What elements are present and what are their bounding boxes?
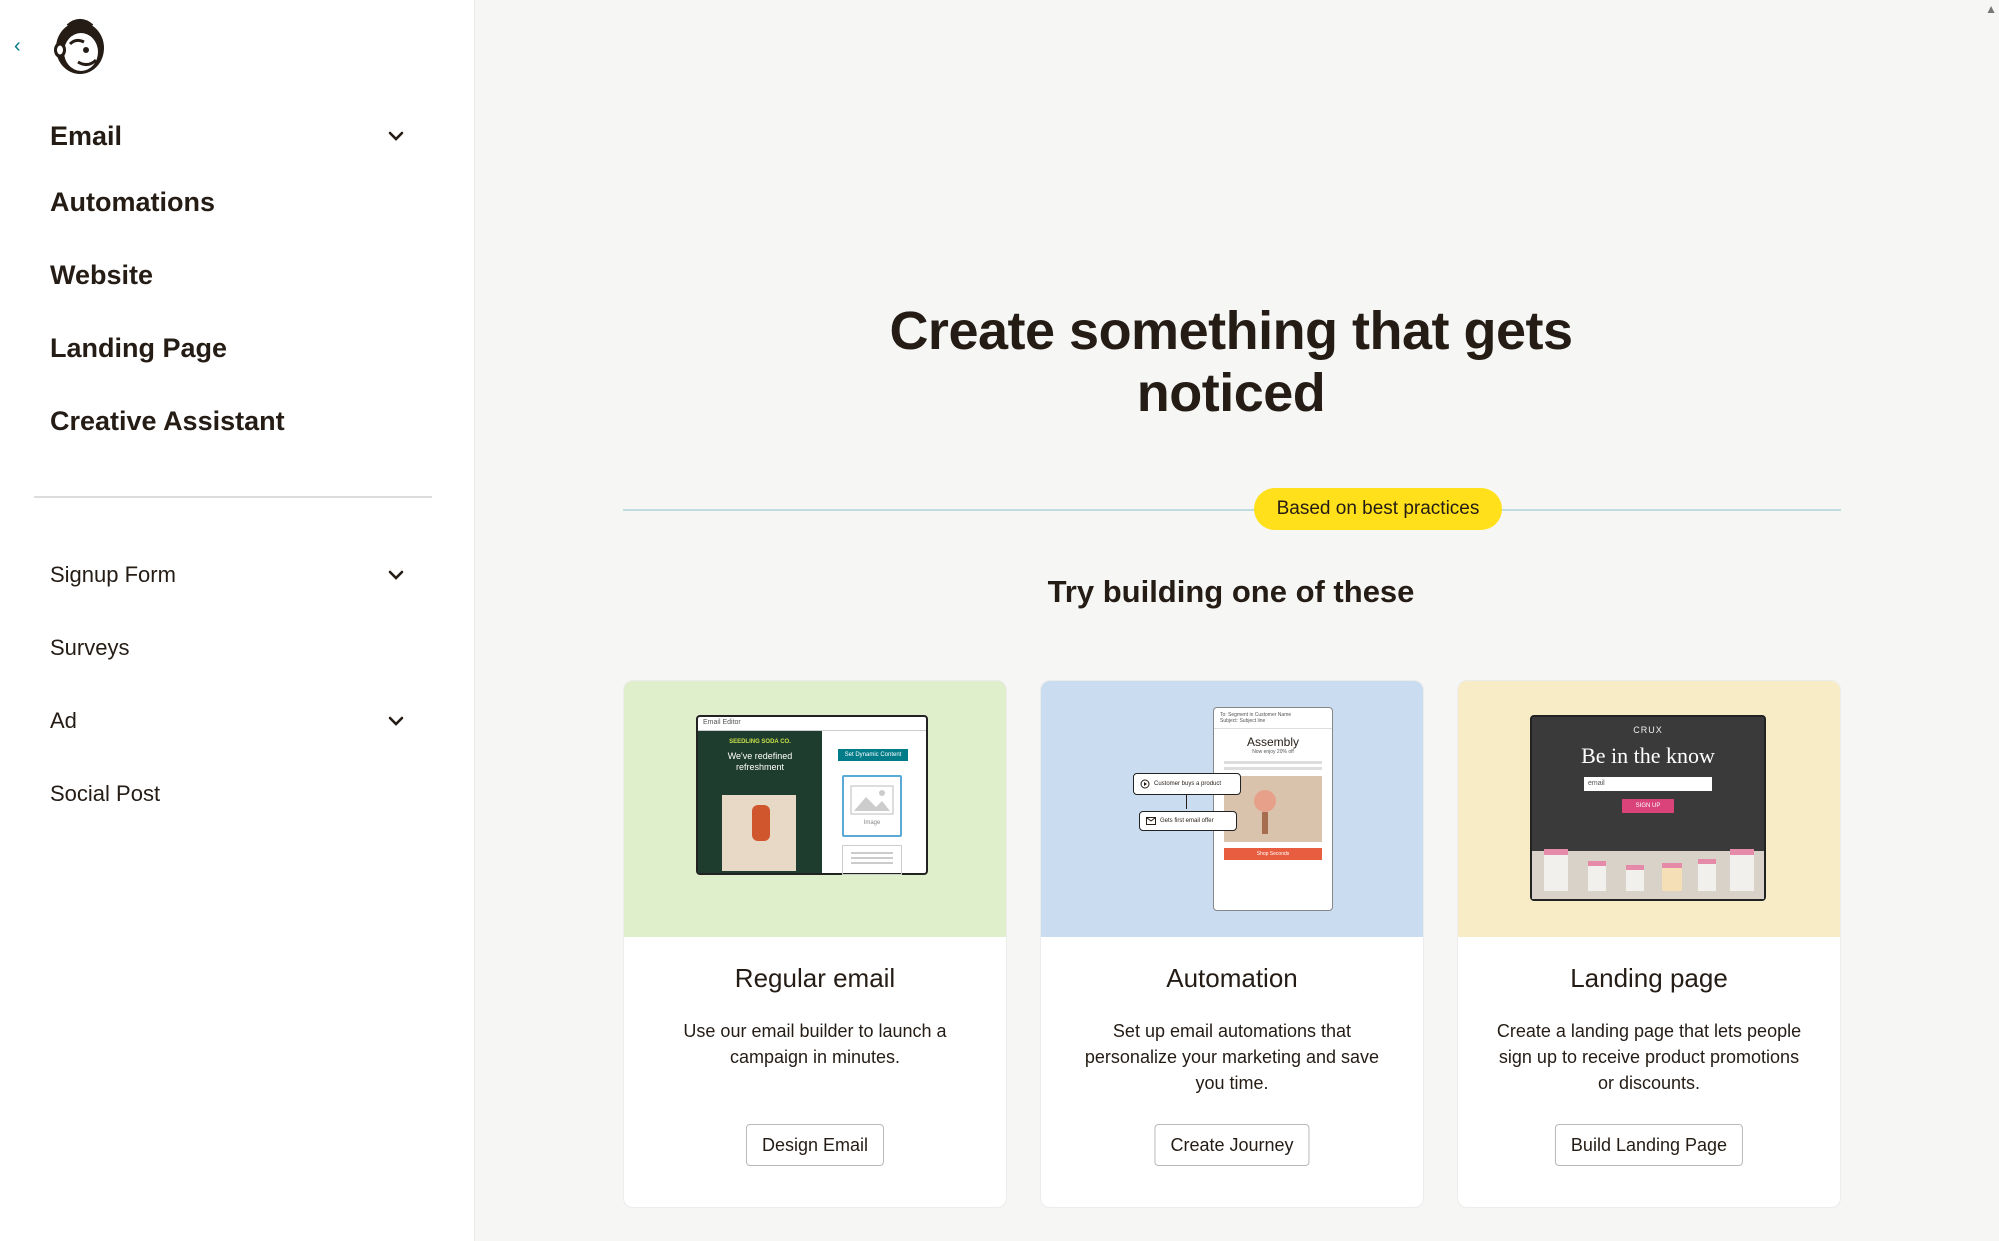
preview-headline: We've redefined refreshment (727, 751, 793, 772)
image-placeholder-icon (850, 785, 894, 815)
card-illustration: CRUX Be in the know email SIGN UP (1458, 681, 1840, 937)
journey-step-label: Customer buys a product (1154, 781, 1222, 787)
nav-item-ad[interactable]: Ad (50, 684, 410, 757)
email-brand: Assembly (1246, 735, 1299, 749)
editor-title: Email Editor (698, 717, 926, 731)
landing-email-input: email (1584, 777, 1712, 791)
headline-text: Create something that gets noticed (889, 301, 1573, 423)
nav-item-label: Creative Assistant (50, 406, 285, 436)
text-line (851, 852, 893, 854)
email-editor-mockup: Email Editor SEEDLING SODA CO. We've red… (696, 715, 928, 875)
automation-email-mockup: To: Segment in Customer Name Subject: Su… (1213, 707, 1333, 911)
nav-item-automations[interactable]: Automations (50, 166, 410, 239)
image-block: Image (842, 775, 902, 837)
text-line (851, 857, 893, 859)
email-meta-subject: Subject: Subject line (1214, 718, 1332, 729)
nav-item-email[interactable]: Email (50, 106, 410, 166)
nav-item-landing-page[interactable]: Landing Page (50, 312, 410, 385)
lamp-base (1262, 812, 1268, 834)
product-shelf (1532, 849, 1764, 899)
product-bottle (1698, 859, 1716, 891)
card-description: Create a landing page that lets people s… (1496, 1021, 1802, 1093)
lamp-shade (1254, 790, 1276, 812)
trigger-icon (1140, 779, 1150, 789)
design-email-button[interactable]: Design Email (745, 1124, 885, 1166)
email-cta: Shop Seconds (1224, 848, 1322, 860)
landing-page-mockup: CRUX Be in the know email SIGN UP (1530, 715, 1766, 901)
product-photo (722, 795, 796, 871)
landing-brand: CRUX (1633, 725, 1663, 735)
bottle-shape (752, 805, 770, 841)
email-text-line (1224, 761, 1322, 764)
nav-item-label: Ad (50, 707, 77, 733)
chevron-down-icon[interactable] (382, 122, 410, 150)
text-line (851, 862, 893, 864)
main-content: ▲ Create something that gets noticed Bas… (476, 0, 1999, 1241)
envelope-icon (1146, 817, 1156, 825)
product-bottle (1662, 863, 1682, 891)
product-bottle (1544, 849, 1568, 891)
nav-item-surveys[interactable]: Surveys (50, 611, 410, 684)
nav-item-label: Website (50, 260, 154, 290)
card-regular-email: Email Editor SEEDLING SODA CO. We've red… (623, 680, 1007, 1208)
build-landing-page-button[interactable]: Build Landing Page (1554, 1124, 1744, 1166)
text-block (842, 845, 902, 875)
email-meta-to: To: Segment in Customer Name (1220, 712, 1292, 718)
journey-step-label: Gets first email offer (1160, 818, 1214, 824)
card-illustration: Email Editor SEEDLING SODA CO. We've red… (624, 681, 1006, 937)
email-offer: Now enjoy 20% off (1252, 749, 1294, 755)
secondary-nav: Signup Form Surveys Ad Social Post (50, 538, 410, 830)
nav-item-label: Signup Form (50, 561, 176, 587)
page-title: Create something that gets noticed (476, 300, 1986, 424)
card-illustration: To: Segment in Customer Name Subject: Su… (1041, 681, 1423, 937)
journey-connector (1186, 795, 1187, 809)
sidebar: ‹ Email Automations Website Landing Page… (0, 0, 475, 1241)
primary-nav: Email Automations Website Landing Page C… (50, 106, 410, 458)
chevron-down-icon[interactable] (382, 707, 410, 735)
card-description: Set up email automations that personaliz… (1084, 1021, 1380, 1093)
best-practices-badge: Based on best practices (1254, 488, 1502, 530)
card-description: Use our email builder to launch a campai… (683, 1021, 947, 1067)
journey-step-2: Gets first email offer (1139, 811, 1237, 831)
collapse-sidebar-button[interactable]: ‹ (14, 36, 34, 56)
card-title: Landing page (1570, 963, 1728, 993)
nav-item-signup-form[interactable]: Signup Form (50, 538, 410, 611)
landing-signup-cta: SIGN UP (1622, 799, 1674, 813)
card-title: Regular email (734, 963, 896, 993)
image-block-label: Image (863, 820, 881, 826)
badge-divider-line (623, 509, 1841, 511)
section-subheading: Try building one of these (1047, 574, 1415, 609)
nav-item-label: Email (50, 120, 123, 151)
nav-item-label: Automations (50, 187, 215, 217)
email-preview-panel: SEEDLING SODA CO. We've redefined refres… (698, 731, 822, 873)
nav-item-website[interactable]: Website (50, 239, 410, 312)
nav-item-label: Surveys (50, 634, 130, 660)
card-title: Automation (1166, 963, 1298, 993)
nav-item-creative-assistant[interactable]: Creative Assistant (50, 385, 410, 458)
create-journey-button[interactable]: Create Journey (1154, 1124, 1310, 1166)
product-bottle (1588, 861, 1606, 891)
landing-headline: Be in the know (1581, 743, 1715, 768)
nav-item-social-post[interactable]: Social Post (50, 757, 410, 830)
preview-brand: SEEDLING SODA CO. (729, 739, 791, 745)
product-bottle (1730, 849, 1754, 891)
chevron-down-icon[interactable] (382, 561, 410, 589)
badge-row: Based on best practices (623, 488, 1841, 532)
sidebar-divider (34, 496, 432, 498)
card-landing-page: CRUX Be in the know email SIGN UP Landin… (1457, 680, 1841, 1208)
journey-step-1: Customer buys a product (1133, 773, 1241, 795)
product-bottle (1626, 865, 1644, 891)
dynamic-content-chip: Set Dynamic Content (838, 749, 908, 761)
email-text-line (1224, 767, 1322, 770)
scroll-up-icon[interactable]: ▲ (1985, 2, 1997, 16)
nav-item-label: Landing Page (50, 333, 228, 363)
nav-item-label: Social Post (50, 780, 161, 806)
mailchimp-logo-icon[interactable] (48, 14, 112, 78)
card-automation: To: Segment in Customer Name Subject: Su… (1040, 680, 1424, 1208)
template-cards: Email Editor SEEDLING SODA CO. We've red… (623, 680, 1841, 1208)
